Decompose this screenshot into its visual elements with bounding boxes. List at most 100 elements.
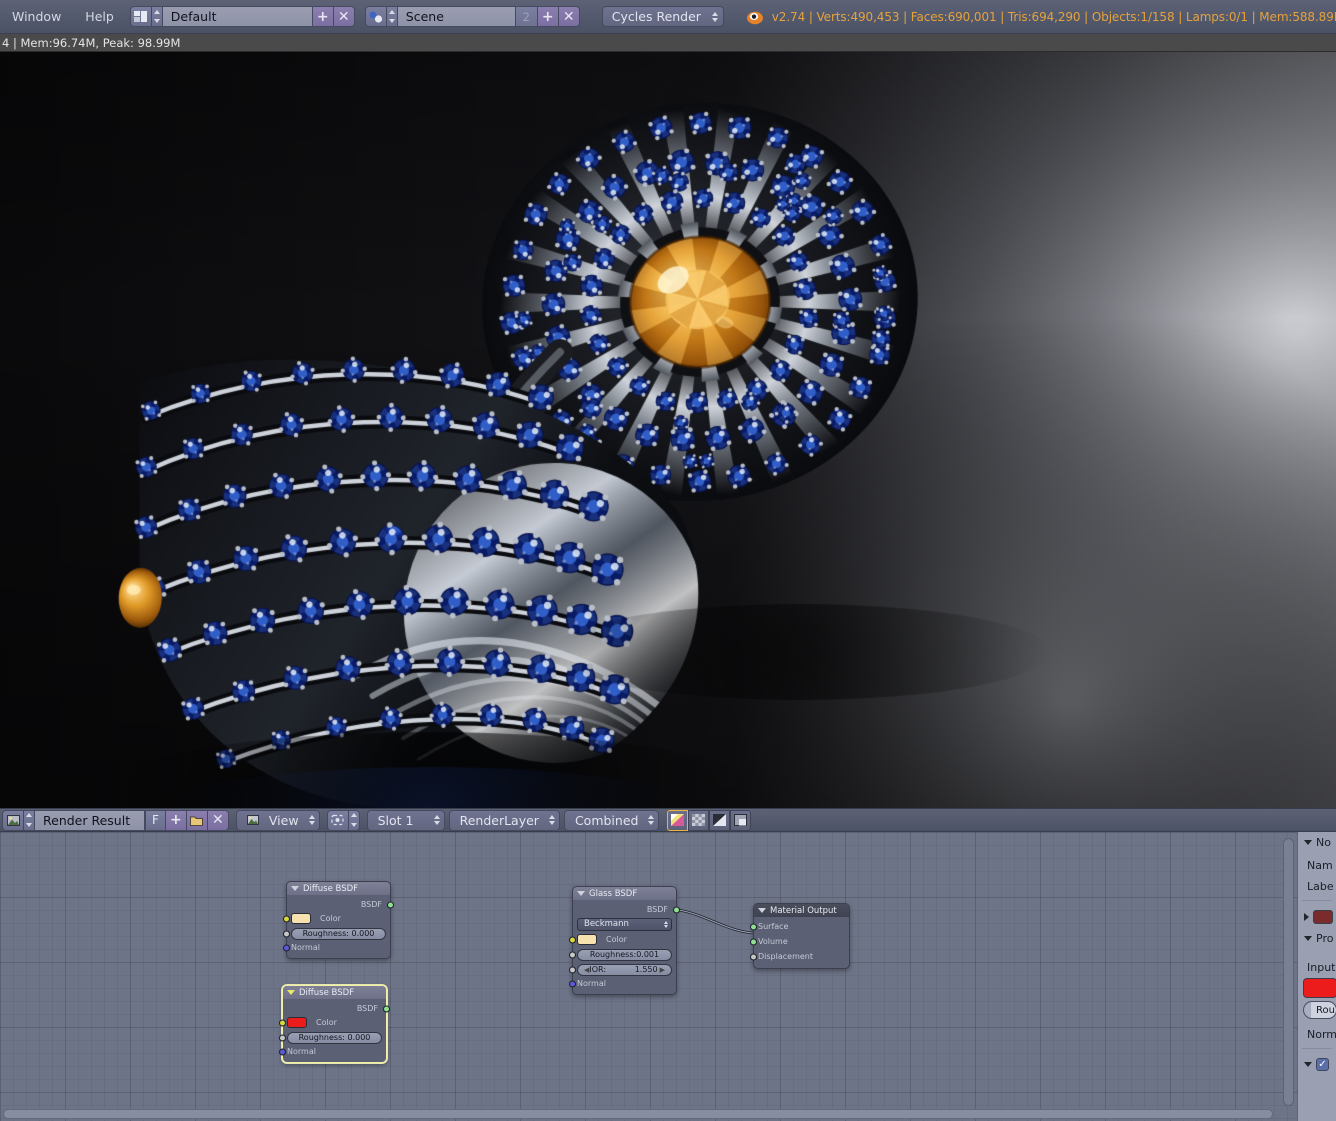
collapse-triangle-icon[interactable] (758, 908, 766, 913)
screen-layout-icon[interactable] (129, 6, 152, 27)
node-color-row[interactable] (1298, 906, 1336, 928)
add-screen-layout-button[interactable]: + (312, 6, 334, 27)
render-engine-dropdown[interactable]: Cycles Render (601, 6, 724, 27)
new-image-button[interactable]: + (165, 809, 187, 831)
node-input-normal[interactable]: Normal (569, 977, 672, 990)
node-panel-header[interactable]: No (1298, 832, 1336, 853)
delete-screen-layout-button[interactable]: ✕ (333, 6, 355, 27)
node-input-roughness[interactable]: Roughness: 0.000 (279, 1030, 382, 1045)
socket-roughness-input[interactable] (569, 951, 576, 958)
menu-window[interactable]: Window (0, 0, 73, 34)
pivot-spinner[interactable] (348, 809, 360, 831)
color-swatch[interactable] (577, 934, 597, 945)
node-input-roughness[interactable]: Roughness: 0.000 (283, 926, 386, 941)
socket-color-input[interactable] (569, 936, 576, 943)
scene-icon[interactable] (364, 6, 387, 27)
display-channels-zbuffer-icon[interactable] (709, 809, 731, 831)
node-input-ior[interactable]: ◀ IOR: 1.550 ▶ (569, 962, 672, 977)
bottom-panel-checkbox[interactable]: ✓ (1316, 1058, 1329, 1071)
node-header[interactable]: Glass BSDF (573, 887, 676, 900)
node-glass-bsdf[interactable]: Glass BSDF BSDF Beckmann Color Roughness… (569, 886, 680, 995)
pivot-selector[interactable] (326, 809, 360, 831)
socket-bsdf-output[interactable] (387, 901, 394, 908)
collapse-triangle-icon[interactable] (577, 891, 585, 896)
render-image-viewport[interactable] (0, 52, 1336, 808)
delete-scene-button[interactable]: ✕ (558, 6, 580, 27)
ior-field[interactable]: ◀ IOR: 1.550 ▶ (577, 963, 672, 976)
open-file-icon[interactable] (186, 809, 208, 831)
unlink-image-button[interactable]: ✕ (207, 809, 229, 831)
collapse-triangle-icon[interactable] (291, 886, 299, 891)
node-output-bsdf[interactable]: BSDF (577, 903, 680, 916)
node-input-surface[interactable]: Surface (750, 919, 845, 934)
node-input-normal[interactable]: Normal (279, 1045, 382, 1058)
node-editor-vertical-scrollbar[interactable] (1283, 838, 1294, 1106)
collapse-triangle-icon[interactable] (287, 990, 295, 995)
view-menu-group[interactable]: View (235, 809, 320, 831)
image-datablock-selector[interactable]: Render Result F + ✕ (2, 809, 229, 831)
socket-surface-input[interactable] (750, 923, 757, 930)
bottom-panel-header[interactable]: ✓ (1298, 1054, 1336, 1075)
scene-users-count[interactable]: 2 (515, 6, 538, 27)
menu-help[interactable]: Help (73, 0, 126, 34)
node-material-output[interactable]: Material Output Surface Volume Displacem… (750, 903, 850, 969)
display-channels-color-icon[interactable] (667, 809, 689, 831)
node-input-color[interactable]: Color (279, 1015, 382, 1030)
node-input-color[interactable]: Color (569, 932, 672, 947)
node-diffuse-bsdf-2[interactable]: Diffuse BSDF BSDF Color Roughness: 0.000… (279, 985, 390, 1063)
color-expand-triangle-icon[interactable] (1304, 913, 1309, 921)
socket-roughness-input[interactable] (283, 930, 290, 937)
display-channels-alpha-icon[interactable] (688, 809, 710, 831)
node-input-roughness[interactable]: Roughness:0.001 (569, 947, 672, 962)
node-header[interactable]: Diffuse BSDF (287, 882, 390, 895)
socket-ior-input[interactable] (569, 966, 576, 973)
view-menu[interactable]: View (235, 809, 320, 831)
scene-selector[interactable]: Scene 2 + ✕ (364, 6, 580, 27)
display-channels-result-icon[interactable] (730, 809, 752, 831)
node-header[interactable]: Material Output (754, 904, 849, 917)
properties-triangle-icon[interactable] (1304, 936, 1312, 941)
node-input-color[interactable]: Color (283, 911, 386, 926)
distribution-enum[interactable]: Beckmann (577, 917, 672, 931)
socket-color-input[interactable] (283, 915, 290, 922)
node-input-displacement[interactable]: Displacement (750, 949, 845, 964)
node-input-normal[interactable]: Normal (283, 941, 386, 954)
socket-displacement-input[interactable] (750, 953, 757, 960)
node-properties-sidebar[interactable]: No Nam Labe Pro Input Rou Norm ✓ (1297, 832, 1336, 1121)
socket-roughness-input[interactable] (279, 1034, 286, 1041)
render-slot-dropdown[interactable]: Slot 1 (366, 809, 445, 831)
node-output-bsdf[interactable]: BSDF (291, 898, 394, 911)
node-diffuse-bsdf-1[interactable]: Diffuse BSDF BSDF Color Roughness: 0.000… (283, 881, 394, 959)
node-input-volume[interactable]: Volume (750, 934, 845, 949)
add-scene-button[interactable]: + (537, 6, 559, 27)
pivot-icon[interactable] (326, 809, 349, 831)
node-output-bsdf[interactable]: BSDF (287, 1002, 390, 1015)
screen-layout-spinner[interactable] (151, 6, 163, 27)
image-browse-icon[interactable] (2, 809, 24, 831)
socket-color-input[interactable] (279, 1019, 286, 1026)
ior-increment-icon[interactable]: ▶ (660, 966, 665, 974)
properties-panel-header[interactable]: Pro (1298, 928, 1336, 949)
color-swatch[interactable] (291, 913, 311, 924)
socket-bsdf-output[interactable] (383, 1005, 390, 1012)
socket-normal-input[interactable] (283, 944, 290, 951)
image-name-field[interactable]: Render Result (35, 809, 145, 831)
render-layer-dropdown[interactable]: RenderLayer (448, 809, 560, 831)
socket-volume-input[interactable] (750, 938, 757, 945)
render-pass-dropdown[interactable]: Combined (563, 809, 660, 831)
socket-normal-input[interactable] (569, 980, 576, 987)
input-color-swatch[interactable] (1303, 978, 1336, 998)
bottom-panel-triangle-icon[interactable] (1304, 1062, 1312, 1067)
socket-normal-input[interactable] (279, 1048, 286, 1055)
scene-spinner[interactable] (386, 6, 398, 27)
roughness-field[interactable]: Roughness: 0.000 (287, 1031, 382, 1044)
color-swatch[interactable] (287, 1017, 307, 1028)
shader-node-editor[interactable]: Diffuse BSDF BSDF Color Roughness: 0.000… (0, 832, 1297, 1121)
socket-bsdf-output[interactable] (673, 906, 680, 913)
node-panel-triangle-icon[interactable] (1304, 840, 1312, 845)
fake-user-button[interactable]: F (145, 809, 166, 831)
roughness-field[interactable]: Roughness:0.001 (577, 948, 672, 961)
scene-name[interactable]: Scene (397, 6, 516, 27)
node-header[interactable]: Diffuse BSDF (283, 986, 386, 999)
roughness-field[interactable]: Roughness: 0.000 (291, 927, 386, 940)
